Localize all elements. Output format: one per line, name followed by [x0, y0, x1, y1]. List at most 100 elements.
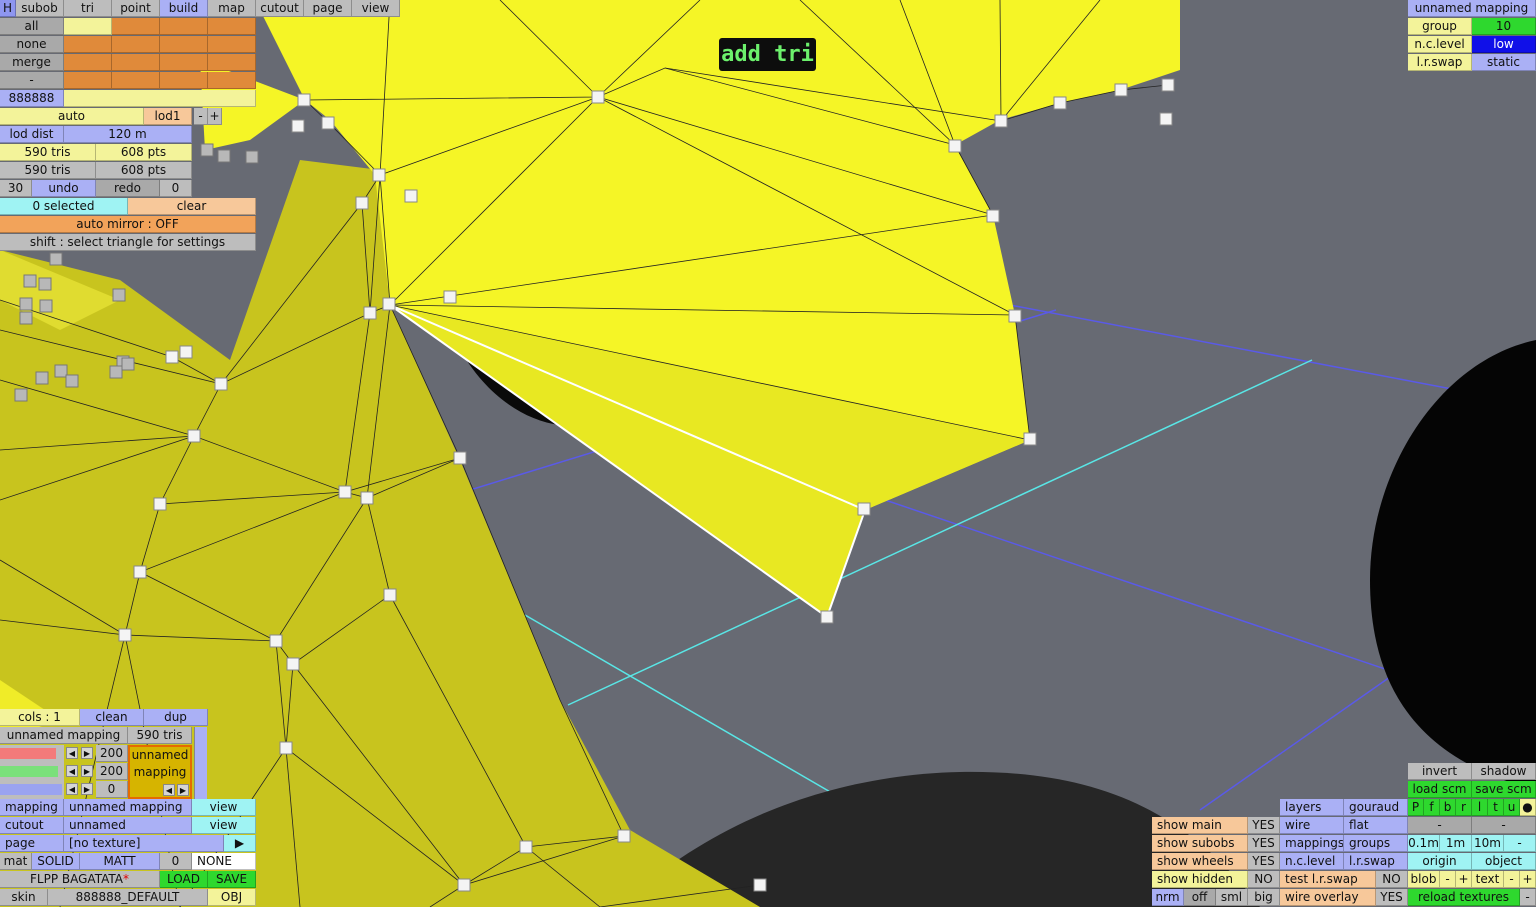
text-plus-button[interactable]: + [1520, 871, 1536, 888]
size-big-button[interactable]: big [1248, 889, 1280, 906]
file-name[interactable]: FLPP BAGATATA* [0, 871, 160, 888]
grid-10m-button[interactable]: 10m [1472, 835, 1504, 852]
color-swatch[interactable] [160, 72, 208, 89]
tab-build[interactable]: build [160, 0, 208, 17]
reload-textures-button[interactable]: reload textures [1408, 889, 1520, 906]
size-nrm-button[interactable]: nrm [1152, 889, 1184, 906]
color-swatch[interactable] [208, 72, 256, 89]
tab-view[interactable]: view [352, 0, 400, 17]
tab-cutout[interactable]: cutout [256, 0, 304, 17]
load-button[interactable]: LOAD [160, 871, 208, 888]
value-field[interactable]: 0 [96, 781, 128, 798]
flag-r[interactable]: r [1456, 799, 1472, 816]
right-arrow-icon[interactable]: ▶ [81, 783, 93, 795]
tab-h[interactable]: H [0, 0, 16, 17]
nc-level-button[interactable]: n.c.level [1280, 853, 1344, 870]
show-hidden-value[interactable]: NO [1248, 871, 1280, 888]
size-off-button[interactable]: off [1184, 889, 1216, 906]
layers-button[interactable]: layers [1280, 799, 1344, 816]
lod-minus-button[interactable]: - [194, 108, 208, 125]
select-all-button[interactable]: all [0, 18, 64, 35]
gouraud-button[interactable]: gouraud [1344, 799, 1408, 816]
tab-point[interactable]: point [112, 0, 160, 17]
lod-plus-button[interactable]: + [208, 108, 222, 125]
mat-matt-button[interactable]: MATT [80, 853, 160, 870]
nc-level-value[interactable]: low [1472, 36, 1536, 53]
shadow-button[interactable]: shadow [1472, 763, 1536, 780]
save-button[interactable]: SAVE [208, 871, 256, 888]
mapping-value[interactable]: unnamed mapping [64, 799, 192, 816]
color-swatch[interactable] [160, 36, 208, 53]
show-wheels-toggle[interactable]: show wheels [1152, 853, 1248, 870]
viewport-3d[interactable] [0, 0, 1536, 907]
lod-selector[interactable]: lod1 [144, 108, 192, 125]
wire-overlay-toggle[interactable]: wire overlay [1280, 889, 1376, 906]
green-slider[interactable] [0, 766, 58, 777]
dash-button[interactable]: - [1408, 817, 1472, 834]
test-lr-swap-value[interactable]: NO [1376, 871, 1408, 888]
color-swatch[interactable] [112, 72, 160, 89]
mat-solid-button[interactable]: SOLID [32, 853, 80, 870]
show-subobs-value[interactable]: YES [1248, 835, 1280, 852]
flag-t[interactable]: t [1488, 799, 1504, 816]
color-swatch[interactable] [64, 72, 112, 89]
page-value[interactable]: [no texture] [64, 835, 224, 852]
view-cutout-button[interactable]: view [192, 817, 256, 834]
left-arrow-icon[interactable]: ◀ [66, 765, 78, 777]
left-arrow-icon[interactable]: ◀ [163, 784, 175, 796]
auto-lod-button[interactable]: auto [0, 108, 144, 125]
origin-button[interactable]: origin [1408, 853, 1472, 870]
flag-f[interactable]: f [1424, 799, 1440, 816]
color-swatch[interactable] [64, 18, 112, 35]
obj-button[interactable]: OBJ [208, 889, 256, 906]
color-swatch[interactable] [160, 54, 208, 71]
size-sml-button[interactable]: sml [1216, 889, 1248, 906]
left-arrow-icon[interactable]: ◀ [66, 747, 78, 759]
select-none-button[interactable]: none [0, 36, 64, 53]
tab-page[interactable]: page [304, 0, 352, 17]
group-value[interactable]: 10 [1472, 18, 1536, 35]
right-arrow-icon[interactable]: ▶ [81, 765, 93, 777]
text-minus-button[interactable]: - [1504, 871, 1520, 888]
load-scm-button[interactable]: load scm [1408, 781, 1472, 798]
lr-swap-value[interactable]: static [1472, 54, 1536, 71]
blob-button[interactable]: blob [1408, 871, 1440, 888]
color-swatch[interactable] [208, 36, 256, 53]
cols-field[interactable]: cols : 1 [0, 709, 80, 726]
lod-dist-value[interactable]: 120 m [64, 126, 192, 143]
tab-subob[interactable]: subob [16, 0, 64, 17]
tab-tri[interactable]: tri [64, 0, 112, 17]
mapping-name[interactable]: unnamed mapping [1408, 0, 1536, 17]
grid-1m-button[interactable]: 1m [1440, 835, 1472, 852]
color-swatch[interactable] [64, 54, 112, 71]
grid-01m-button[interactable]: 0.1m [1408, 835, 1440, 852]
blob-plus-button[interactable]: + [1456, 871, 1472, 888]
dup-button[interactable]: dup [144, 709, 208, 726]
flag-p[interactable]: P [1408, 799, 1424, 816]
grid-minus-button[interactable]: - [1504, 835, 1536, 852]
page-arrow-icon[interactable]: ▶ [224, 835, 256, 852]
color-swatch[interactable] [208, 18, 256, 35]
wire-button[interactable]: wire [1280, 817, 1344, 834]
text-button[interactable]: text [1472, 871, 1504, 888]
dot-icon[interactable]: ● [1520, 799, 1536, 816]
mat-none[interactable]: NONE [192, 853, 256, 870]
color-swatch[interactable] [112, 36, 160, 53]
flat-button[interactable]: flat [1344, 817, 1408, 834]
flag-u[interactable]: u [1504, 799, 1520, 816]
wire-overlay-value[interactable]: YES [1376, 889, 1408, 906]
clean-button[interactable]: clean [80, 709, 144, 726]
save-scm-button[interactable]: save scm [1472, 781, 1536, 798]
tab-map[interactable]: map [208, 0, 256, 17]
auto-mirror-toggle[interactable]: auto mirror : OFF [0, 216, 256, 233]
groups-button[interactable]: groups [1344, 835, 1408, 852]
blob-minus-button[interactable]: - [1440, 871, 1456, 888]
mapping-name-field[interactable]: unnamed mapping [0, 727, 128, 744]
color-swatch[interactable] [64, 36, 112, 53]
show-wheels-value[interactable]: YES [1248, 853, 1280, 870]
lr-swap-button[interactable]: l.r.swap [1344, 853, 1408, 870]
redo-button[interactable]: redo [96, 180, 160, 197]
value-field[interactable]: 200 [96, 763, 128, 780]
invert-button[interactable]: invert [1408, 763, 1472, 780]
vertical-scrollbar[interactable] [194, 727, 207, 799]
